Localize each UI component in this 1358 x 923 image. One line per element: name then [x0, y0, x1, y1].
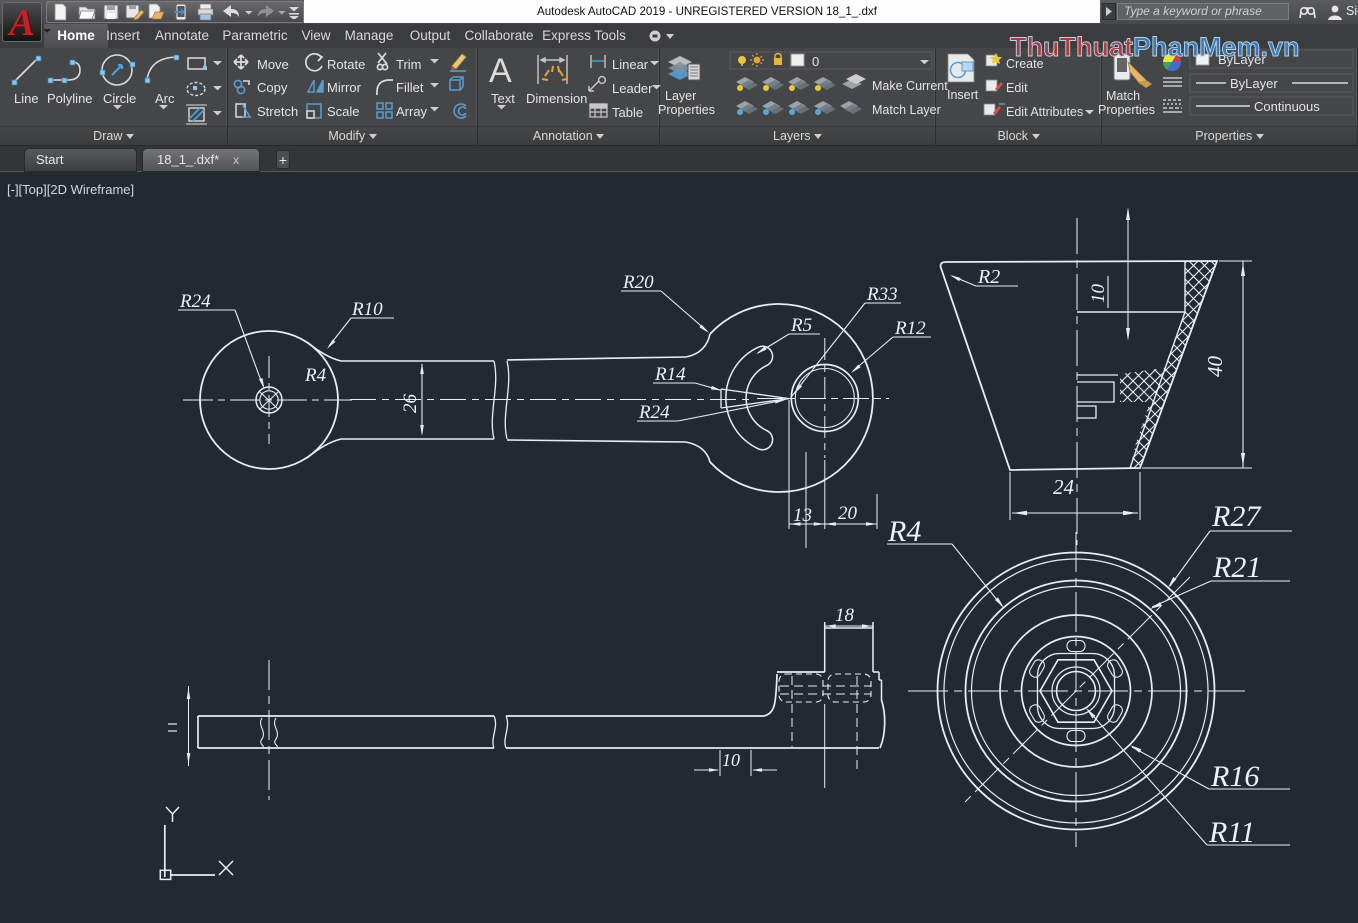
svg-text:R2: R2	[977, 266, 1000, 288]
svg-text:R33: R33	[866, 284, 898, 305]
svg-text:18: 18	[835, 605, 855, 626]
svg-text:[-][Top][2D Wireframe]: [-][Top][2D Wireframe]	[7, 182, 134, 197]
svg-text:24: 24	[1053, 475, 1075, 499]
svg-text:R14: R14	[654, 364, 686, 385]
svg-text:R12: R12	[894, 318, 926, 339]
svg-text:R10: R10	[351, 299, 383, 320]
svg-text:R11: R11	[1208, 816, 1255, 849]
svg-text:10: 10	[722, 750, 740, 770]
svg-text:R16: R16	[1210, 760, 1259, 793]
svg-text:R27: R27	[1211, 500, 1262, 533]
svg-text:R4: R4	[304, 365, 327, 386]
svg-text:R4: R4	[887, 515, 921, 548]
svg-text:40: 40	[1203, 356, 1227, 378]
svg-text:R20: R20	[622, 272, 654, 293]
svg-text:R24: R24	[179, 291, 211, 312]
svg-text:26: 26	[400, 394, 421, 414]
svg-text:20: 20	[838, 503, 858, 524]
svg-text:R21: R21	[1212, 551, 1261, 584]
svg-text:R5: R5	[790, 315, 812, 336]
svg-text:10: 10	[1088, 284, 1109, 304]
svg-text:13: 13	[793, 505, 812, 526]
svg-text:R24: R24	[638, 402, 670, 423]
